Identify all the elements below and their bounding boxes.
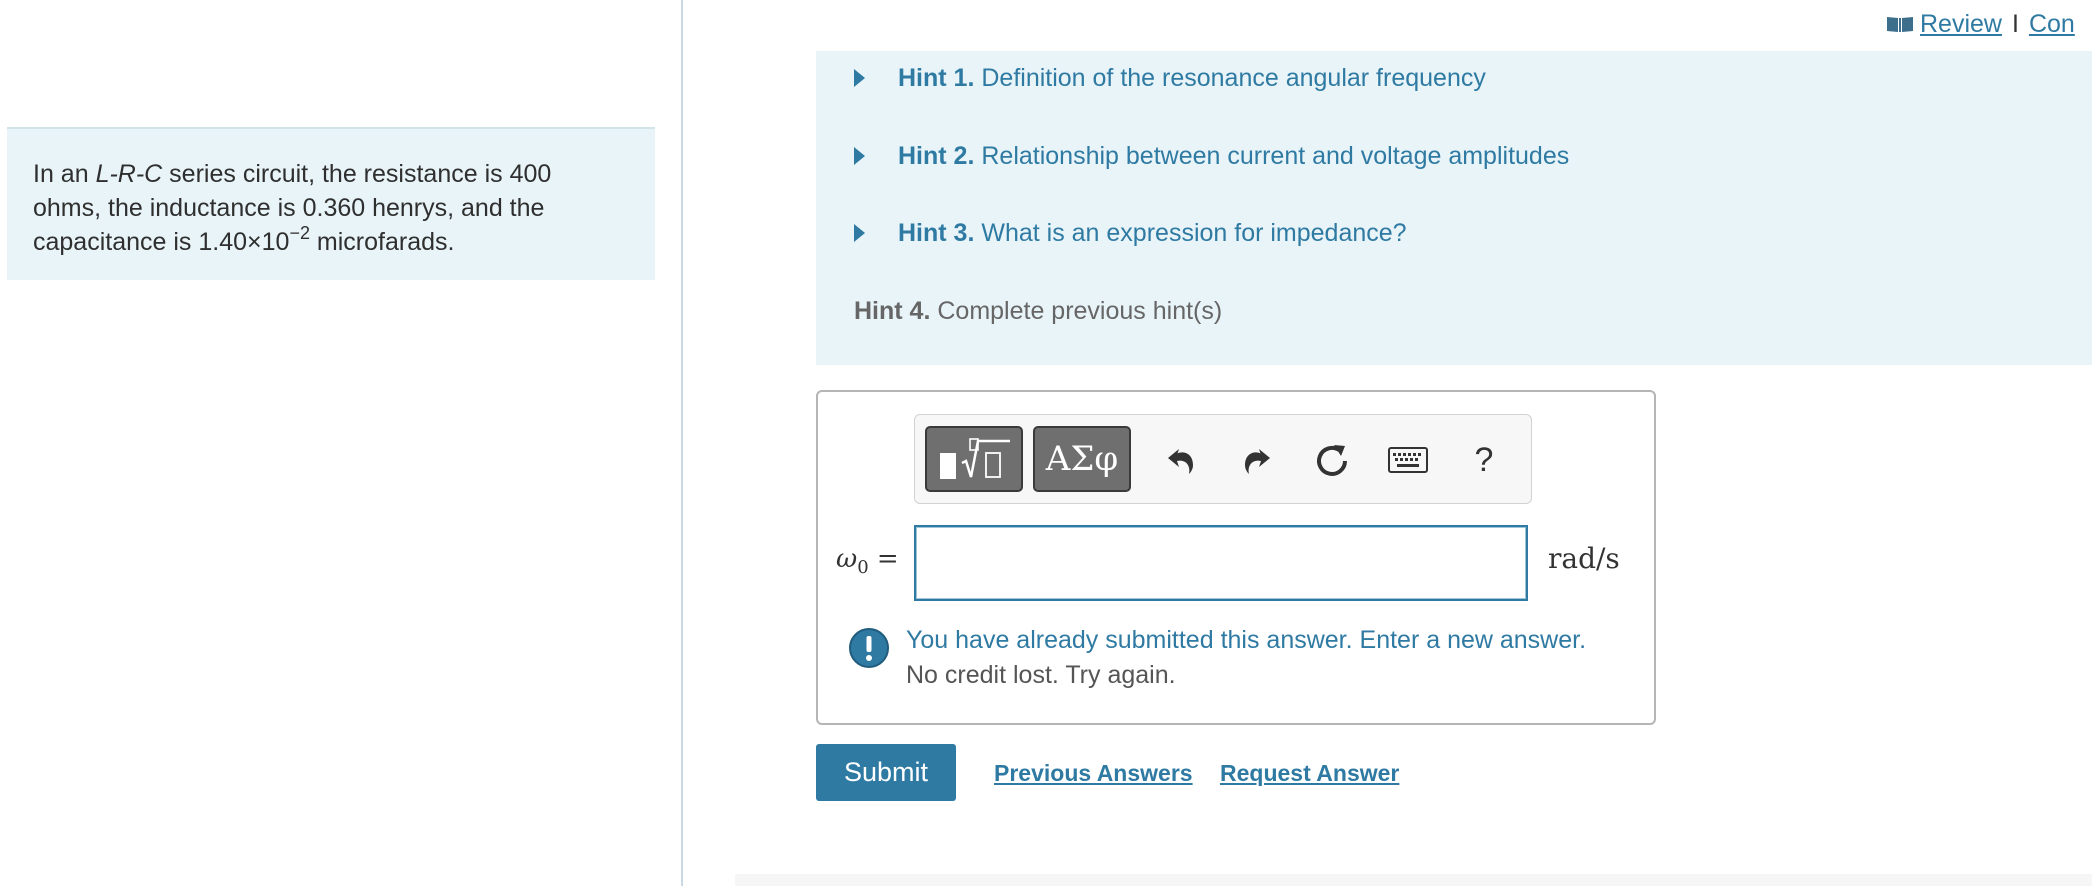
hint-1-label: Hint 1. Definition of the resonance angu… xyxy=(898,63,1486,92)
link-separator: I xyxy=(2011,10,2019,38)
math-toolbar: ΑΣφ ? xyxy=(914,414,1532,504)
hint-1[interactable]: Hint 1. Definition of the resonance angu… xyxy=(816,58,2092,98)
undo-button[interactable] xyxy=(1159,437,1205,483)
hints-panel: Hint 1. Definition of the resonance angu… xyxy=(816,51,2092,365)
constants-link[interactable]: Con xyxy=(2029,10,2075,38)
answer-input[interactable] xyxy=(914,525,1528,601)
problem-statement: In an L-R-C series circuit, the resistan… xyxy=(33,160,552,256)
reset-icon xyxy=(1317,445,1347,476)
book-icon xyxy=(1887,17,1913,32)
problem-statement-panel: In an L-R-C series circuit, the resistan… xyxy=(7,127,655,280)
exclamation-icon xyxy=(849,628,889,668)
templates-button[interactable] xyxy=(925,426,1023,492)
hint-2[interactable]: Hint 2. Relationship between current and… xyxy=(816,136,2092,176)
caret-right-icon xyxy=(854,69,865,87)
answer-variable-label: ω0 = xyxy=(836,544,899,579)
keyboard-button[interactable] xyxy=(1385,437,1431,483)
submit-button[interactable]: Submit xyxy=(816,744,956,801)
undo-icon xyxy=(1168,449,1193,474)
hint-4-label: Hint 4. Complete previous hint(s) xyxy=(854,296,1223,325)
help-button[interactable]: ? xyxy=(1461,437,1507,483)
top-links: Review I Con xyxy=(1886,10,2075,39)
review-link[interactable]: Review xyxy=(1920,10,2002,38)
keyboard-icon xyxy=(1388,447,1428,473)
caret-right-icon xyxy=(854,147,865,165)
answer-box: ΑΣφ ? ω0 = rad/s You have already submit… xyxy=(816,390,1656,725)
redo-button[interactable] xyxy=(1233,437,1279,483)
column-divider xyxy=(681,0,683,886)
greek-symbols-button[interactable]: ΑΣφ xyxy=(1033,426,1131,492)
question-mark-icon: ? xyxy=(1474,440,1494,479)
reset-button[interactable] xyxy=(1309,437,1355,483)
radical-template-icon xyxy=(940,438,1010,479)
hint-2-label: Hint 2. Relationship between current and… xyxy=(898,141,1570,170)
answer-unit: rad/s xyxy=(1548,542,1620,575)
previous-answers-link[interactable]: Previous Answers xyxy=(994,760,1193,787)
bottom-strip xyxy=(735,874,2092,886)
request-answer-link[interactable]: Request Answer xyxy=(1220,760,1399,787)
hint-3-label: Hint 3. What is an expression for impeda… xyxy=(898,218,1407,247)
feedback-submessage: No credit lost. Try again. xyxy=(906,661,1176,689)
caret-right-icon xyxy=(854,224,865,242)
capacitance-exponent: −2 xyxy=(289,222,310,243)
hint-4: Hint 4. Complete previous hint(s) xyxy=(816,291,2092,331)
feedback-message: You have already submitted this answer. … xyxy=(906,626,1587,654)
hint-3[interactable]: Hint 3. What is an expression for impeda… xyxy=(816,213,2092,253)
circuit-type: L-R-C xyxy=(95,160,163,188)
redo-icon xyxy=(1245,449,1270,474)
